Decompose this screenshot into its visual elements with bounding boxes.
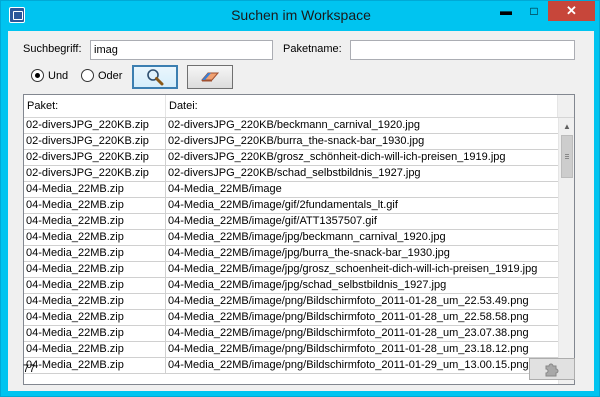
cell-paket: 04-Media_22MB.zip	[24, 294, 166, 310]
cell-datei: 04-Media_22MB/image/png/Bildschirmfoto_2…	[168, 343, 529, 355]
mode-and-label: Und	[48, 69, 69, 82]
radio-checked-icon	[31, 69, 44, 82]
table-row[interactable]: 02-diversJPG_220KB.zip 02-diversJPG_220KB…	[24, 134, 558, 150]
table-row[interactable]: 04-Media_22MB.zip 04-Media_22MB/image/gif…	[24, 214, 558, 230]
table-row[interactable]: 04-Media_22MB.zip 04-Media_22MB/image/jpg…	[24, 246, 558, 262]
cell-paket: 02-diversJPG_220KB.zip	[24, 118, 166, 134]
action-button[interactable]	[529, 358, 575, 380]
header-corner	[558, 95, 574, 117]
table-row[interactable]: 02-diversJPG_220KB.zip 02-diversJPG_220KB…	[24, 166, 558, 182]
magnifier-icon	[147, 69, 164, 86]
cell-paket: 02-diversJPG_220KB.zip	[24, 150, 166, 166]
table-body: 02-diversJPG_220KB.zip 02-diversJPG_220KB…	[24, 118, 558, 384]
table-row[interactable]: 04-Media_22MB.zip 04-Media_22MB/image/png…	[24, 342, 558, 358]
search-button[interactable]	[132, 65, 178, 89]
column-header-datei[interactable]: Datei:	[166, 95, 558, 117]
cell-datei: 04-Media_22MB/image/png/Bildschirmfoto_2…	[168, 295, 529, 307]
cell-datei: 04-Media_22MB/image/png/Bildschirmfoto_2…	[168, 311, 529, 323]
cell-paket: 04-Media_22MB.zip	[24, 310, 166, 326]
search-term-input[interactable]	[90, 40, 273, 60]
cell-datei: 04-Media_22MB/image/jpg/schad_selbstbild…	[168, 279, 447, 291]
table-row[interactable]: 04-Media_22MB.zip 04-Media_22MB/image/jpg…	[24, 262, 558, 278]
maximize-button[interactable]: □	[521, 1, 547, 21]
table-row[interactable]: 04-Media_22MB.zip 04-Media_22MB/image/png…	[24, 326, 558, 342]
cell-datei: 04-Media_22MB/image/gif/ATT1357507.gif	[168, 215, 377, 227]
scroll-grip-icon	[565, 154, 569, 155]
cell-datei: 04-Media_22MB/image/png/Bildschirmfoto_2…	[168, 327, 529, 339]
puzzle-icon	[545, 363, 559, 377]
cell-datei: 04-Media_22MB/image	[168, 183, 282, 195]
results-table: Paket: Datei: 02-diversJPG_220KB.zip 02-d…	[23, 94, 575, 385]
radio-unchecked-icon	[81, 69, 94, 82]
cell-paket: 04-Media_22MB.zip	[24, 182, 166, 198]
cell-paket: 04-Media_22MB.zip	[24, 214, 166, 230]
package-name-input[interactable]	[350, 40, 575, 60]
cell-datei: 04-Media_22MB/image/gif/2fundamentals_lt…	[168, 199, 398, 211]
scroll-up-arrow-icon[interactable]: ▲	[559, 118, 574, 134]
cell-datei: 02-diversJPG_220KB/beckmann_carnival_192…	[168, 119, 420, 131]
table-row[interactable]: 02-diversJPG_220KB.zip 02-diversJPG_220KB…	[24, 150, 558, 166]
cell-paket: 04-Media_22MB.zip	[24, 262, 166, 278]
cell-paket: 04-Media_22MB.zip	[24, 198, 166, 214]
title-bar[interactable]: Suchen im Workspace ▬ □ ✕	[1, 1, 600, 31]
cell-paket: 04-Media_22MB.zip	[24, 326, 166, 342]
eraser-icon	[200, 72, 220, 82]
table-row[interactable]: 04-Media_22MB.zip 04-Media_22MB/image	[24, 182, 558, 198]
cell-datei: 04-Media_22MB/image/png/Bildschirmfoto_2…	[168, 359, 529, 371]
minimize-button[interactable]: ▬	[493, 1, 519, 21]
table-row[interactable]: 04-Media_22MB.zip 04-Media_22MB/image/png…	[24, 358, 558, 374]
table-header: Paket: Datei:	[24, 95, 574, 118]
cell-paket: 04-Media_22MB.zip	[24, 278, 166, 294]
cell-datei: 04-Media_22MB/image/jpg/burra_the-snack-…	[168, 247, 450, 259]
cell-datei: 04-Media_22MB/image/jpg/grosz_schoenheit…	[168, 263, 538, 275]
cell-paket: 02-diversJPG_220KB.zip	[24, 166, 166, 182]
cell-paket: 04-Media_22MB.zip	[24, 358, 166, 374]
clear-button[interactable]	[187, 65, 233, 89]
table-row[interactable]: 04-Media_22MB.zip 04-Media_22MB/image/png…	[24, 294, 558, 310]
cell-paket: 04-Media_22MB.zip	[24, 246, 166, 262]
result-count: 77	[23, 363, 36, 375]
cell-datei: 02-diversJPG_220KB/burra_the-snack-bar_1…	[168, 135, 425, 147]
cell-datei: 04-Media_22MB/image/jpg/beckmann_carniva…	[168, 231, 446, 243]
table-row[interactable]: 04-Media_22MB.zip 04-Media_22MB/image/gif…	[24, 198, 558, 214]
table-row[interactable]: 04-Media_22MB.zip 04-Media_22MB/image/jpg…	[24, 278, 558, 294]
search-term-label: Suchbegriff:	[23, 43, 82, 55]
close-button[interactable]: ✕	[548, 1, 595, 21]
table-row[interactable]: 02-diversJPG_220KB.zip 02-diversJPG_220KB…	[24, 118, 558, 134]
vertical-scrollbar[interactable]: ▲ ▼	[558, 118, 574, 384]
scroll-thumb[interactable]	[561, 135, 573, 178]
mode-or-radio[interactable]: Oder	[81, 69, 122, 82]
column-header-paket[interactable]: Paket:	[24, 95, 166, 117]
mode-and-radio[interactable]: Und	[31, 69, 68, 82]
cell-paket: 04-Media_22MB.zip	[24, 230, 166, 246]
cell-paket: 02-diversJPG_220KB.zip	[24, 134, 166, 150]
client-area: Suchbegriff: Paketname: Und Oder	[8, 31, 594, 391]
search-window: Suchen im Workspace ▬ □ ✕ Suchbegriff: P…	[0, 0, 600, 397]
cell-datei: 02-diversJPG_220KB/grosz_schönheit-dich-…	[168, 151, 506, 163]
table-row[interactable]: 04-Media_22MB.zip 04-Media_22MB/image/png…	[24, 310, 558, 326]
cell-datei: 02-diversJPG_220KB/schad_selbstbildnis_1…	[168, 167, 421, 179]
mode-or-label: Oder	[98, 69, 123, 82]
table-row[interactable]: 04-Media_22MB.zip 04-Media_22MB/image/jpg…	[24, 230, 558, 246]
package-name-label: Paketname:	[283, 43, 342, 55]
cell-paket: 04-Media_22MB.zip	[24, 342, 166, 358]
